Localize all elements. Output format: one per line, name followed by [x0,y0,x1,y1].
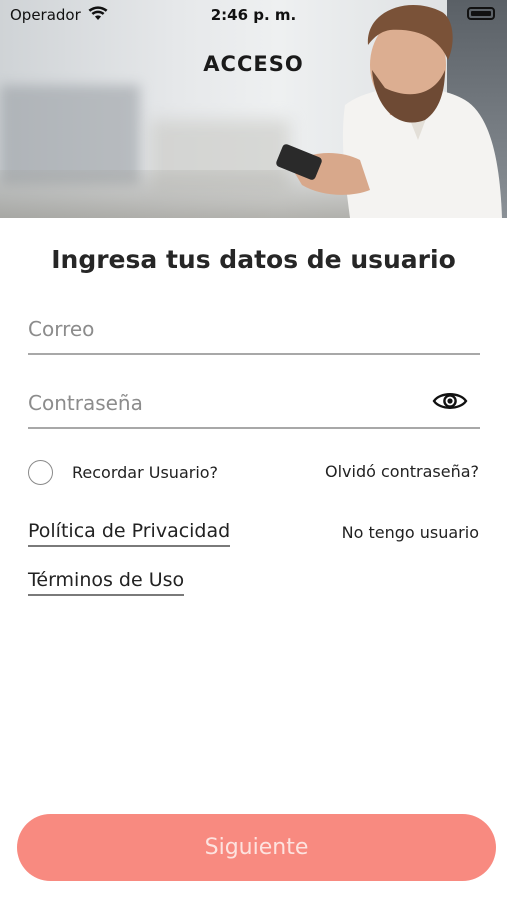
person-with-phone-photo [276,4,502,218]
terms-of-use-link[interactable]: Términos de Uso [28,569,185,596]
remember-user-label: Recordar Usuario? [72,462,219,482]
password-input[interactable] [28,383,418,423]
remember-user-checkbox[interactable] [28,459,53,485]
battery-icon [467,7,495,20]
status-time: 2:46 p. m. [210,6,297,24]
form-title: Ingresa tus datos de usuario [51,245,456,274]
privacy-policy-link[interactable]: Política de Privacidad [28,520,231,547]
forgot-password-link[interactable]: Olvidó contraseña? [325,462,479,481]
header-image [0,0,507,218]
no-user-link[interactable]: No tengo usuario [342,523,479,542]
page-title: ACCESO [203,52,304,76]
status-bar: Operador 2:46 p. m. [0,0,507,30]
email-input[interactable] [28,309,418,349]
eye-icon[interactable] [432,389,468,413]
next-button[interactable]: Siguiente [17,814,496,881]
remember-user-toggle[interactable]: Recordar Usuario? [28,458,218,486]
password-field [28,383,480,429]
email-field [28,309,480,355]
